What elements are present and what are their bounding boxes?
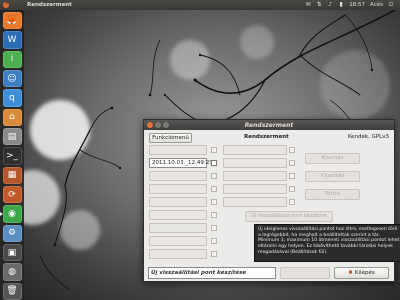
- restore-point-checkbox[interactable]: [289, 173, 295, 179]
- close-icon[interactable]: [3, 0, 9, 8]
- restore-point-checkbox[interactable]: [211, 186, 217, 192]
- launcher-libreoffice-writer-icon[interactable]: W: [2, 31, 22, 49]
- tooltip: Új ideiglenes visszaállítási pontot hoz …: [254, 224, 400, 262]
- restore-point-slot[interactable]: 2011.10.03._12:49:23: [149, 158, 213, 168]
- launcher-qbittorrent-icon[interactable]: q: [2, 89, 22, 107]
- launcher-settings-icon[interactable]: ⚙: [2, 224, 22, 242]
- restore-point-checkbox[interactable]: [211, 147, 217, 153]
- clock[interactable]: 18:57: [349, 2, 365, 8]
- restore-point-checkbox[interactable]: [289, 160, 295, 166]
- launcher-terminal-icon[interactable]: >_: [2, 147, 22, 165]
- network-icon[interactable]: ⇅: [316, 2, 322, 8]
- restore-point-slot[interactable]: [149, 197, 207, 207]
- restore-point-slot[interactable]: [149, 145, 207, 155]
- top-panel: Rendszerment ✉ ⇅ ♪ ▮ 18:57 Acés ⏻: [0, 0, 400, 10]
- dialog-titlebar[interactable]: Rendszerment: [144, 120, 394, 130]
- restore-point-slot[interactable]: [223, 184, 287, 194]
- restore-point-slot[interactable]: [149, 171, 207, 181]
- restore-point-checkbox[interactable]: [211, 160, 217, 166]
- restore-point-checkbox[interactable]: [289, 147, 295, 153]
- restore-point-slot[interactable]: [223, 158, 287, 168]
- user-name[interactable]: Acés: [370, 2, 383, 8]
- mail-icon[interactable]: ✉: [305, 2, 311, 8]
- system-tray: ✉ ⇅ ♪ ▮ 18:57 Acés ⏻: [305, 2, 394, 9]
- launcher-rendszerment-icon[interactable]: ◉: [0, 205, 22, 223]
- create-restore-point-button[interactable]: Új visszaállítási pont készítése: [245, 211, 333, 222]
- maximize-icon[interactable]: [163, 122, 169, 128]
- restore-point-checkbox[interactable]: [289, 199, 295, 205]
- minimize-icon[interactable]: [155, 122, 161, 128]
- restore-point-slot[interactable]: [149, 249, 207, 259]
- restore-point-slot[interactable]: [223, 171, 287, 181]
- battery-icon[interactable]: ▮: [338, 2, 344, 8]
- restore-point-slot[interactable]: [223, 197, 287, 207]
- restore-point-slot[interactable]: [149, 223, 207, 233]
- exit-button-label: Kilépés: [354, 270, 375, 276]
- delete-button[interactable]: Törlés: [305, 189, 360, 200]
- features-menu-button[interactable]: Funkciómenü: [149, 133, 192, 143]
- launcher-ubuntu-software-icon[interactable]: i: [2, 50, 22, 68]
- restore-point-checkbox[interactable]: [211, 173, 217, 179]
- restore-point-slot[interactable]: [149, 236, 207, 246]
- version-text: Kendek, GPLv3: [347, 134, 389, 140]
- restore-point-slot[interactable]: [223, 145, 287, 155]
- launcher-file-manager-icon[interactable]: ▤: [2, 127, 22, 146]
- launcher: 🦊 Wi ☺ q ⌂ ▤ >_ ▦ ⟳ ◉ ⚙ ▣ ◍ 🗑: [0, 10, 24, 300]
- restore-point-slot[interactable]: [149, 210, 207, 220]
- restore-point-checkbox[interactable]: [211, 238, 217, 244]
- restore-point-checkbox[interactable]: [211, 212, 217, 218]
- close-icon[interactable]: [147, 122, 153, 128]
- dialog-title: Rendszerment: [244, 121, 294, 129]
- dialog-heading: Rendszerment: [244, 134, 289, 140]
- power-icon[interactable]: ⏻: [388, 2, 394, 8]
- volume-icon[interactable]: ♪: [327, 2, 333, 8]
- restore-point-checkbox[interactable]: [211, 199, 217, 205]
- repair-button[interactable]: Kijavítás: [305, 171, 360, 182]
- restore-point-slot[interactable]: [149, 184, 207, 194]
- restore-point-checkbox[interactable]: [211, 251, 217, 257]
- restore-point-checkbox[interactable]: [289, 186, 295, 192]
- panel-window-title: Rendszerment: [27, 2, 72, 8]
- launcher-package-manager-icon[interactable]: ▦: [2, 166, 22, 184]
- launcher-firefox-icon[interactable]: 🦊: [2, 12, 22, 30]
- launcher-trash-icon[interactable]: 🗑: [2, 282, 22, 300]
- restore-point-checkbox[interactable]: [211, 225, 217, 231]
- new-restore-point-input[interactable]: Új visszaállítási pont készítése: [148, 267, 276, 279]
- restore-button[interactable]: Kivonás: [305, 153, 360, 164]
- launcher-workspaces-icon[interactable]: ▣: [2, 243, 22, 262]
- launcher-disk-icon[interactable]: ◍: [2, 263, 22, 281]
- blank-button[interactable]: [280, 267, 330, 279]
- launcher-update-manager-icon[interactable]: ⟳: [2, 185, 22, 204]
- launcher-home-folder-icon[interactable]: ⌂: [2, 108, 22, 126]
- rendszerment-dialog: Rendszerment Funkciómenü Rendszerment Ke…: [143, 119, 400, 282]
- exit-button[interactable]: ✖ Kilépés: [334, 267, 389, 279]
- exit-icon: ✖: [348, 270, 353, 276]
- launcher-empathy-icon[interactable]: ☺: [2, 69, 22, 88]
